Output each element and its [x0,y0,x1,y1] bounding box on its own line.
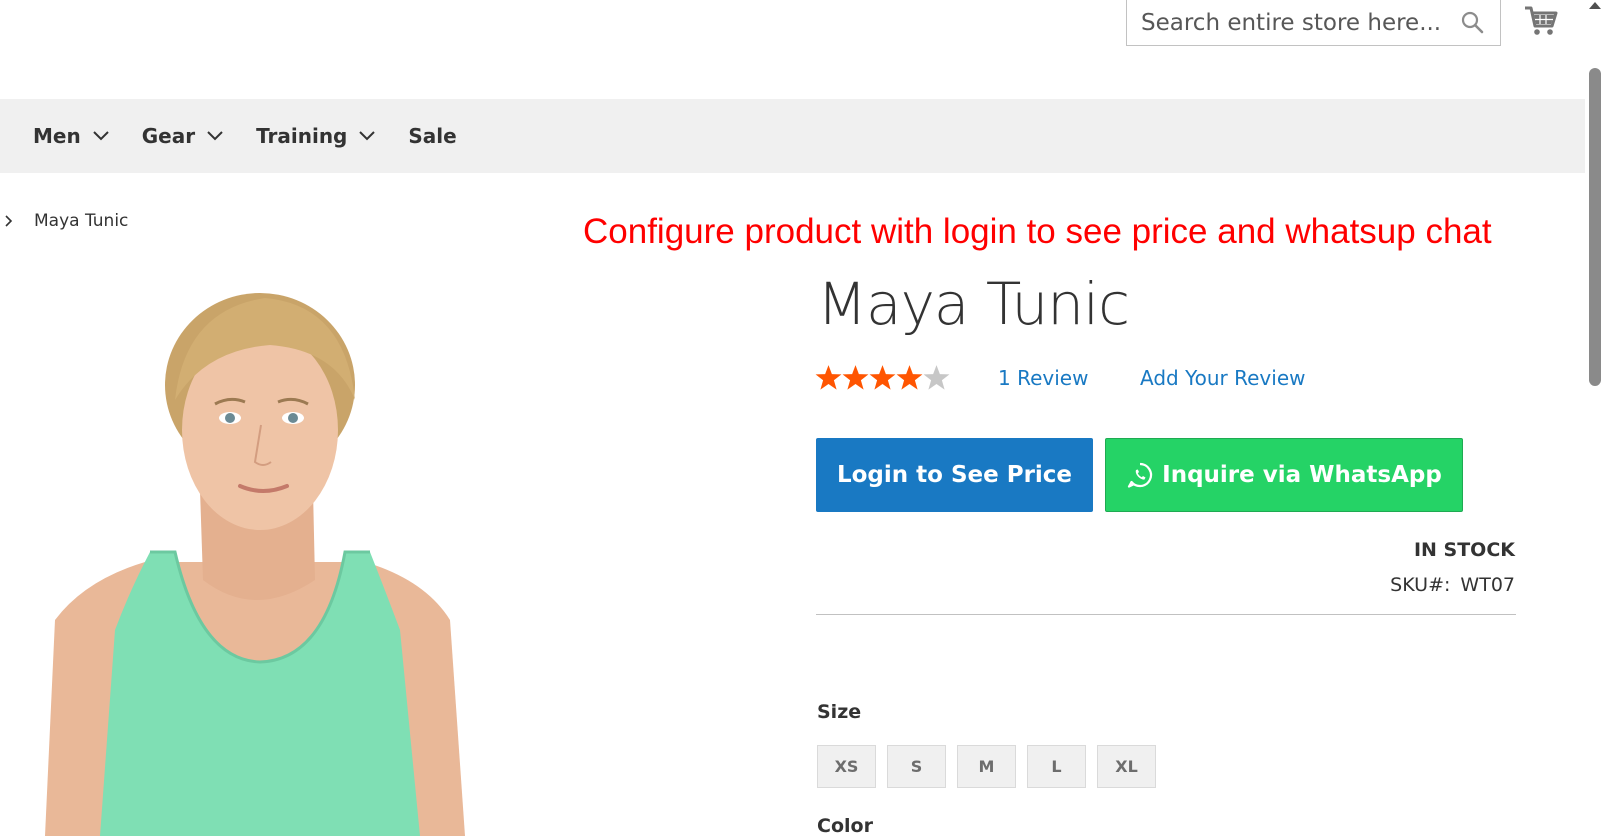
nav-item-label: Gear [141,124,196,148]
scrollbar-thumb[interactable] [1589,68,1601,386]
chevron-right-icon [5,215,13,227]
promo-annotation: Configure product with login to see pric… [583,212,1492,251]
product-title: Maya Tunic [817,270,1130,338]
stock-status: IN STOCK [1413,539,1515,561]
star-filled-icon [869,365,896,390]
product-image [45,293,465,836]
cart-icon[interactable] [1524,4,1558,38]
rating-stars [815,364,950,391]
size-option-xl[interactable]: XL [1097,745,1156,788]
add-review-link[interactable]: Add Your Review [1140,366,1306,390]
nav-item-training[interactable]: Training [256,124,376,148]
chevron-down-icon [207,131,223,141]
search-input[interactable] [1127,0,1447,45]
size-option-s[interactable]: S [887,745,946,788]
sku: SKU#: WT07 [1390,574,1515,596]
size-label: Size [817,701,862,723]
whatsapp-icon [1128,462,1153,488]
login-to-see-price-button[interactable]: Login to See Price [816,438,1093,512]
star-empty-icon [923,365,950,390]
size-option-xs[interactable]: XS [817,745,876,788]
nav-item-gear[interactable]: Gear [142,124,223,148]
breadcrumb-current: Maya Tunic [34,211,129,231]
color-label: Color [817,815,873,836]
nav-item-label: Sale [408,124,457,148]
search-box[interactable] [1126,0,1501,46]
breadcrumb: Maya Tunic [4,211,128,231]
chevron-down-icon [93,131,109,141]
login-button-label: Login to See Price [836,462,1073,488]
inquire-whatsapp-button[interactable]: Inquire via WhatsApp [1105,438,1463,512]
nav-item-men[interactable]: Men [33,124,109,148]
nav-item-label: Training [256,124,348,148]
size-option-m[interactable]: M [957,745,1016,788]
star-filled-icon [896,365,923,390]
divider [816,614,1516,615]
chevron-down-icon [359,131,376,141]
whatsapp-button-label: Inquire via WhatsApp [1162,462,1442,488]
search-icon[interactable] [1460,10,1484,34]
nav-item-label: Men [33,124,81,148]
review-count-link[interactable]: 1 Review [998,366,1088,390]
size-option-l[interactable]: L [1027,745,1086,788]
star-filled-icon [815,365,842,390]
scroll-up-arrow-icon[interactable] [1588,0,1602,10]
sku-label: SKU#: [1390,574,1451,596]
main-navigation: Men Gear Training Sale [0,99,1585,173]
nav-item-sale[interactable]: Sale [408,124,456,148]
star-filled-icon [842,365,869,390]
sku-value: WT07 [1460,574,1515,596]
size-swatches: XS S M L XL [817,745,1167,788]
